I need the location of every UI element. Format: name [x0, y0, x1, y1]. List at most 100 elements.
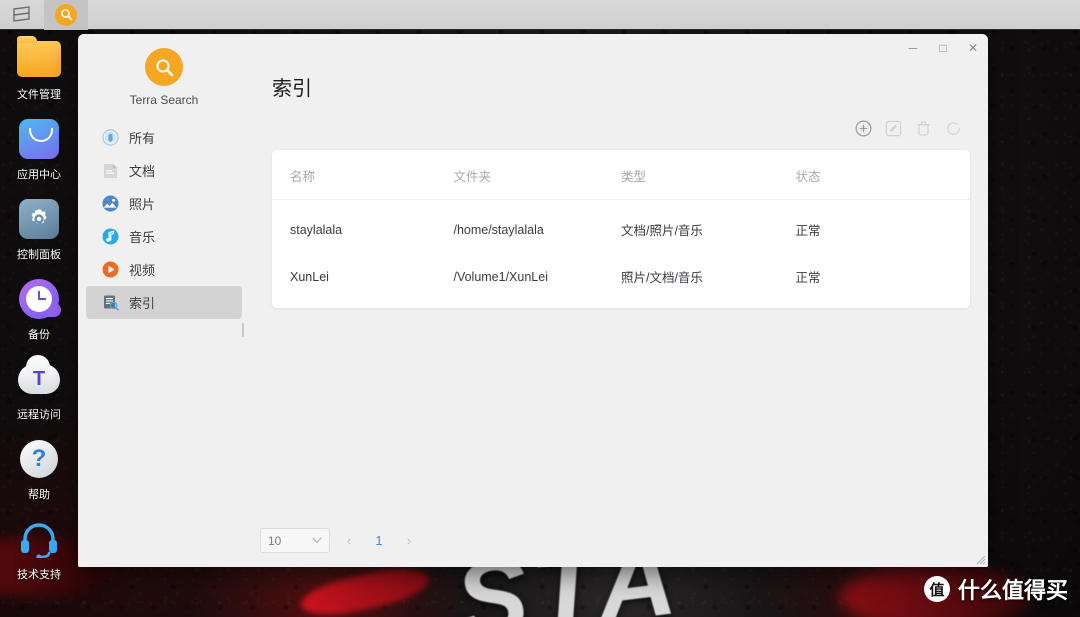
- minimize-button[interactable]: －: [898, 34, 928, 62]
- column-header-status[interactable]: 状态: [795, 150, 970, 200]
- cell-folder: /Volume1/XunLei: [453, 269, 548, 284]
- desktop: STA 文件管理 应用中心: [0, 0, 1080, 617]
- delete-icon[interactable]: [910, 115, 936, 141]
- index-table: 名称 文件夹 类型 状态 staylalala /home/staylalala…: [272, 150, 970, 308]
- sidebar-item-label: 照片: [129, 197, 156, 212]
- table-row[interactable]: XunLei /Volume1/XunLei 照片/文档/音乐 正常: [272, 253, 970, 308]
- sidebar-item-videos[interactable]: 视频: [86, 253, 242, 286]
- perspective-box-icon: [13, 6, 30, 22]
- table-toolbar: [250, 101, 988, 141]
- desktop-icon-file-manager[interactable]: 文件管理: [0, 36, 78, 116]
- watermark-badge: 值: [923, 576, 950, 602]
- desktop-icon-label: 技术支持: [17, 569, 61, 581]
- document-icon: [102, 162, 119, 179]
- refresh-icon[interactable]: [940, 115, 966, 141]
- folder-icon: [16, 36, 62, 82]
- app-branding: Terra Search: [78, 48, 250, 107]
- desktop-icon-label: 帮助: [28, 489, 50, 501]
- cell-name: staylalala: [290, 222, 343, 237]
- cell-folder: /home/staylalala: [453, 222, 544, 237]
- desktop-icon-tech-support[interactable]: 技术支持: [0, 516, 78, 596]
- magnifier-glyph: [155, 58, 173, 76]
- sidebar-item-all[interactable]: 所有: [86, 121, 242, 154]
- column-header-type[interactable]: 类型: [620, 150, 796, 200]
- sidebar-item-documents[interactable]: 文档: [86, 154, 242, 187]
- table-body: staylalala /home/staylalala 文档/照片/音乐 正常 …: [272, 200, 970, 309]
- taskbar-perspective-box-icon[interactable]: [0, 0, 44, 30]
- index-table-card: 名称 文件夹 类型 状态 staylalala /home/staylalala…: [272, 150, 970, 308]
- headset-glyph: [21, 523, 57, 558]
- document-glyph: [104, 163, 117, 178]
- desktop-icon-control-panel[interactable]: 控制面板: [0, 196, 78, 276]
- app-content: 索引 名称 文件夹 类型 状态 staylalala /home/staylal…: [250, 34, 988, 567]
- maximize-button[interactable]: □: [928, 34, 958, 62]
- desktop-icon-label: 控制面板: [17, 249, 61, 261]
- sidebar-resize-handle[interactable]: [242, 323, 244, 337]
- column-header-folder[interactable]: 文件夹: [453, 150, 621, 200]
- video-icon: [102, 261, 119, 278]
- page-number-1[interactable]: 1: [368, 529, 390, 553]
- close-button[interactable]: ✕: [958, 34, 988, 62]
- edit-icon[interactable]: [880, 115, 906, 141]
- index-icon: [102, 294, 119, 311]
- clock-backup-icon: [16, 276, 62, 322]
- table-row[interactable]: staylalala /home/staylalala 文档/照片/音乐 正常: [272, 200, 970, 254]
- gear-icon: [16, 196, 62, 242]
- cell-name: XunLei: [290, 269, 329, 284]
- app-sidebar: Terra Search 所有 文档 照片 音乐 视频 索引: [78, 34, 250, 567]
- taskbar-terra-search-icon[interactable]: [44, 0, 88, 30]
- question-mark-icon: ?: [16, 436, 62, 482]
- sidebar-item-label: 视频: [129, 263, 156, 278]
- add-circle-glyph: [854, 119, 872, 137]
- desktop-icon-app-center[interactable]: 应用中心: [0, 116, 78, 196]
- cell-status: 正常: [795, 271, 821, 285]
- photo-icon: [102, 195, 119, 212]
- trash-glyph: [916, 120, 930, 136]
- cell-status: 正常: [795, 224, 821, 238]
- add-circle-icon[interactable]: [850, 115, 876, 141]
- window-controls: － □ ✕: [898, 34, 988, 62]
- sidebar-item-photos[interactable]: 照片: [86, 187, 242, 220]
- all-files-icon: [102, 129, 119, 146]
- sidebar-item-music[interactable]: 音乐: [86, 220, 242, 253]
- next-page-button[interactable]: ›: [398, 529, 420, 553]
- desktop-icon-backup[interactable]: 备份: [0, 276, 78, 356]
- page-title: 索引: [272, 78, 312, 100]
- desktop-icon-column: 文件管理 应用中心 控制面板 备份 T 远程访问 ? 帮助 技术支持: [0, 36, 78, 596]
- pagination: 10 ‹ 1 ›: [260, 528, 420, 553]
- sidebar-item-label: 索引: [129, 296, 156, 311]
- music-icon: [102, 228, 119, 245]
- desktop-icon-label: 应用中心: [17, 169, 61, 181]
- desktop-icon-help[interactable]: ? 帮助: [0, 436, 78, 516]
- watermark-text: 什么值得买: [957, 578, 1068, 603]
- cell-type: 照片/文档/音乐: [620, 271, 703, 285]
- music-note-glyph: [102, 228, 119, 245]
- cell-type: 文档/照片/音乐: [620, 224, 703, 238]
- watermark: 值 什么值得买: [923, 573, 1068, 605]
- headset-icon: [16, 516, 62, 562]
- taskbar: [0, 0, 1080, 30]
- terra-search-window: － □ ✕ Terra Search 所有 文档 照片 音乐 视频 索引 索引 …: [78, 34, 988, 567]
- sidebar-item-index[interactable]: 索引: [86, 286, 242, 319]
- desktop-icon-label: 备份: [28, 329, 50, 341]
- column-header-name[interactable]: 名称: [272, 150, 454, 200]
- window-body: Terra Search 所有 文档 照片 音乐 视频 索引 索引 名称 文件夹…: [78, 34, 988, 567]
- desktop-icon-label: 远程访问: [17, 409, 61, 421]
- terra-search-logo-icon: [145, 48, 183, 86]
- gear-glyph: [31, 209, 47, 224]
- desktop-icon-remote-access[interactable]: T 远程访问: [0, 355, 78, 436]
- sidebar-item-label: 所有: [129, 131, 156, 146]
- photo-glyph: [102, 195, 119, 212]
- edit-pencil-glyph: [885, 120, 901, 136]
- play-glyph: [102, 261, 119, 278]
- refresh-glyph: [946, 121, 960, 135]
- all-files-glyph: [102, 129, 119, 146]
- page-size-select[interactable]: 10: [260, 528, 330, 553]
- sidebar-item-label: 文档: [129, 164, 156, 179]
- shopping-bag-icon: [16, 116, 62, 162]
- prev-page-button[interactable]: ‹: [338, 529, 360, 553]
- index-glyph: [104, 295, 119, 311]
- resize-grip[interactable]: [974, 553, 986, 565]
- desktop-icon-label: 文件管理: [17, 89, 61, 101]
- search-icon: [55, 3, 77, 26]
